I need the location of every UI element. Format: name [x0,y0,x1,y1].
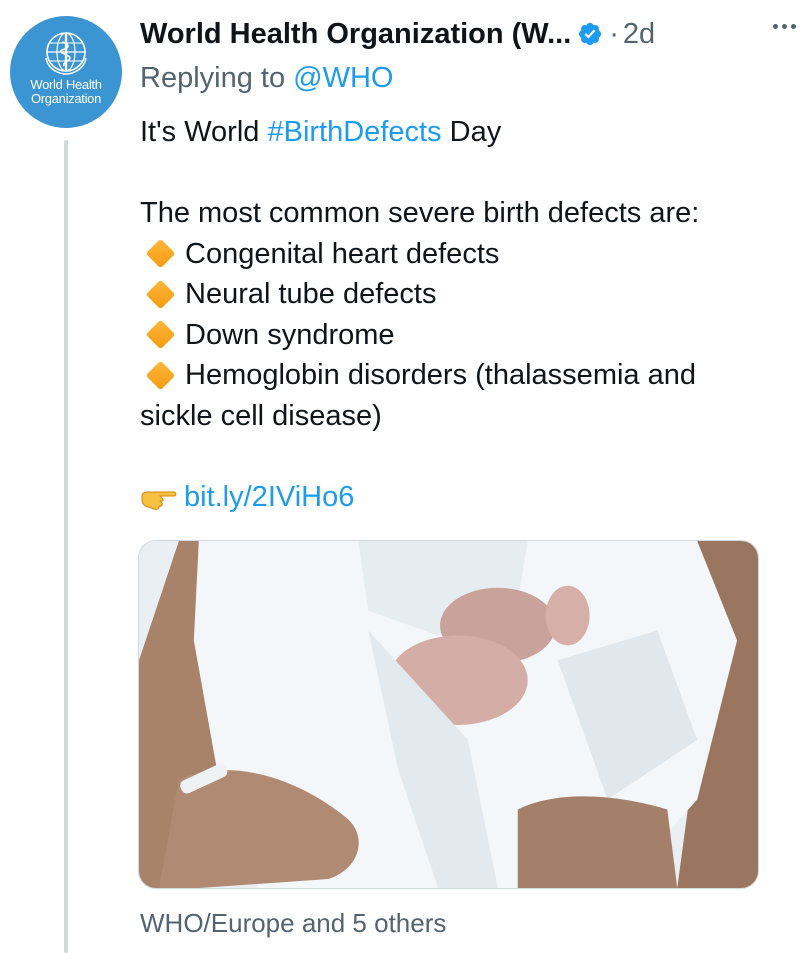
replying-handle-link[interactable]: @WHO [293,62,393,94]
replying-prefix: Replying to [140,62,294,94]
intro-text: The most common severe birth defects are… [140,197,700,229]
external-link[interactable]: bit.ly/2IViHo6 [184,477,354,518]
tweet-header: World Health Organization (W... · 2d [140,14,764,54]
who-emblem-icon [45,32,87,75]
orange-diamond-icon [145,319,176,350]
bullet-text: Congenital heart defects [185,237,500,270]
newborn-photo-image[interactable] [138,540,759,889]
avatar-line-1: World Health [30,77,102,92]
timestamp[interactable]: 2d [623,18,655,51]
more-dot [782,24,787,29]
tweet[interactable]: World Health Organization World Health O… [0,0,800,953]
orange-diamond-icon [145,360,176,391]
more-options-icon[interactable] [773,24,796,29]
link-line: bit.ly/2IViHo6 [140,477,780,518]
orange-diamond-icon [145,279,176,310]
more-dot [773,24,778,29]
avatar-line-2: Organization [30,91,102,106]
bullet-text: Neural tube defects [185,278,437,310]
list-item: Hemoglobin disorders (thalassemia and [140,355,780,396]
text-line-title: It's World #BirthDefects Day [140,112,780,153]
replying-to: Replying to @WHO [140,62,393,95]
list-item: Down syndrome [140,315,780,356]
list-item: Neural tube defects [140,274,780,315]
bullet-text: Down syndrome [185,318,395,351]
pointing-hand-icon [141,491,177,510]
list-item: Congenital heart defects [140,234,780,275]
title-suffix: Day [441,116,502,148]
avatar[interactable]: World Health Organization [10,16,122,128]
bullet-continuation: sickle cell disease) [140,399,382,432]
tagged-users[interactable]: WHO/Europe and 5 others [140,908,446,939]
tweet-text: It's World #BirthDefects Day The most co… [140,112,780,517]
newborn-photo [139,541,758,888]
avatar-org-name: World Health Organization [30,77,102,106]
separator-dot: · [609,17,619,50]
more-dot [791,24,796,29]
orange-diamond-icon [145,238,176,269]
hashtag-link[interactable]: #BirthDefects [267,116,441,148]
thread-line [64,140,68,953]
bullet-text: Hemoglobin disorders (thalassemia and [185,359,696,391]
verified-badge-icon [579,22,602,46]
title-prefix: It's World [140,116,268,148]
display-name[interactable]: World Health Organization (W... [140,18,571,51]
